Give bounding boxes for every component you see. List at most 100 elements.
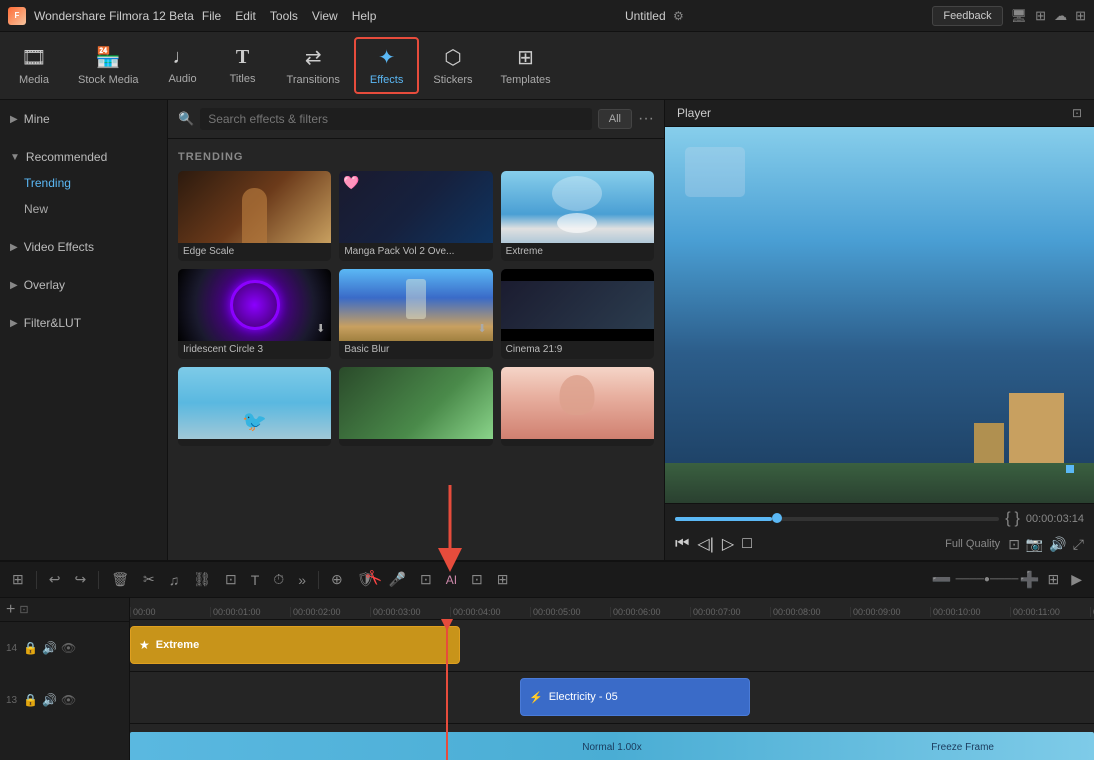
timeline-multi-select-btn[interactable]: ⊞ xyxy=(8,569,28,590)
ruler-5: 00:00:05:00 xyxy=(530,607,610,617)
play-button[interactable]: ▷ xyxy=(722,534,734,554)
snapshot-icon[interactable]: 📷 xyxy=(1026,536,1043,553)
sidebar-video-effects-header[interactable]: ▶ Video Effects xyxy=(0,234,167,260)
track-13-audio-icon[interactable]: 🔊 xyxy=(42,693,57,707)
toolbar-templates[interactable]: ⊞ Templates xyxy=(486,39,564,92)
clip-extreme-icon: ★ xyxy=(139,638,150,652)
sidebar-mine-header[interactable]: ▶ Mine xyxy=(0,106,167,132)
split-btn[interactable]: ⊡ xyxy=(467,569,487,590)
player-expand-icon[interactable]: ⊡ xyxy=(1072,106,1082,120)
player-screen[interactable] xyxy=(665,127,1094,503)
unlink-btn[interactable]: ⛓ xyxy=(189,569,215,590)
redo-btn[interactable]: ↪ xyxy=(70,569,90,590)
rewind-button[interactable]: ⏮ xyxy=(675,535,689,553)
zoom-in-btn[interactable]: ➕ xyxy=(1020,570,1040,590)
sidebar-item-new[interactable]: New xyxy=(0,196,167,222)
speed-btn[interactable]: ⊞ xyxy=(493,569,513,590)
more-tl-btn[interactable]: » xyxy=(294,570,310,590)
ai-btn[interactable]: AI xyxy=(442,571,461,589)
effect-card-basic-blur[interactable]: ⬇ Basic Blur xyxy=(339,269,492,359)
effect-name-cinema: Cinema 21:9 xyxy=(501,341,654,359)
mic-btn[interactable]: 🎤 xyxy=(385,569,410,590)
clip-electricity[interactable]: ⚡ Electricity - 05 xyxy=(520,678,750,716)
track-14-lock-icon[interactable]: 🔒 xyxy=(23,641,38,655)
feedback-button[interactable]: Feedback xyxy=(932,6,1002,26)
effect-card-edge-scale[interactable]: Edge Scale xyxy=(178,171,331,261)
progress-thumb[interactable] xyxy=(772,513,782,523)
toolbar-effects[interactable]: ✦ Effects xyxy=(354,37,419,94)
sidebar-overlay-header[interactable]: ▶ Overlay xyxy=(0,272,167,298)
volume-icon[interactable]: 🔊 xyxy=(1049,536,1066,553)
crop-timeline-btn[interactable]: ⊡ xyxy=(221,569,241,590)
player-braces: { } xyxy=(1005,510,1020,528)
toolbar-templates-label: Templates xyxy=(500,74,550,86)
effect-card-iridescent[interactable]: ⬇ Iridescent Circle 3 xyxy=(178,269,331,359)
search-input[interactable] xyxy=(200,108,592,130)
menu-edit[interactable]: Edit xyxy=(235,9,256,23)
wave-btn[interactable]: 🛡 xyxy=(353,569,379,590)
effect-card-8[interactable] xyxy=(339,367,492,446)
track-13-eye-icon[interactable]: 👁 xyxy=(61,693,76,707)
brace-left-icon[interactable]: { xyxy=(1005,510,1010,528)
track-bottom-lane: Normal 1.00x Freeze Frame xyxy=(130,724,1094,760)
toolbar-transitions[interactable]: ⇄ Transitions xyxy=(273,39,354,92)
filter-dropdown[interactable]: All xyxy=(598,109,632,129)
grid-icon[interactable]: ⊞ xyxy=(1075,8,1086,24)
toolbar-stickers[interactable]: ⬡ Stickers xyxy=(419,39,486,92)
frame-back-button[interactable]: ◁| xyxy=(697,534,713,554)
toolbar-titles[interactable]: T Titles xyxy=(213,40,273,91)
progress-bar[interactable] xyxy=(675,517,999,521)
zoom-out-btn[interactable]: ➖ xyxy=(932,570,952,590)
effect-card-7[interactable]: 🐦 xyxy=(178,367,331,446)
toolbar-media[interactable]: 🎞 Media xyxy=(4,39,64,92)
undo-btn[interactable]: ↩ xyxy=(45,569,65,590)
caption-btn[interactable]: ⊡ xyxy=(416,569,436,590)
track-13-lock-icon[interactable]: 🔒 xyxy=(23,693,38,707)
titlebar-left: F Wondershare Filmora 12 Beta File Edit … xyxy=(8,7,376,25)
menu-tools[interactable]: Tools xyxy=(270,9,298,23)
track-14-eye-icon[interactable]: 👁 xyxy=(61,641,76,655)
audio-extract-btn[interactable]: ♫ xyxy=(165,570,184,590)
effect-card-9[interactable] xyxy=(501,367,654,446)
sidebar-mine-section: ▶ Mine xyxy=(0,100,167,138)
sidebar-item-trending[interactable]: Trending xyxy=(0,170,167,196)
clip-extreme[interactable]: ★ Extreme xyxy=(130,626,460,664)
grid-view-btn[interactable]: ⊞ xyxy=(1043,569,1063,590)
player-time: 00:00:03:14 xyxy=(1026,513,1084,525)
toolbar-audio[interactable]: ♩ Audio xyxy=(153,40,213,91)
more-options-icon[interactable]: ··· xyxy=(638,110,654,128)
history-btn[interactable]: ⏱ xyxy=(269,569,288,590)
cut-btn[interactable]: ✂ xyxy=(139,569,159,590)
sidebar-filter-lut-header[interactable]: ▶ Filter&LUT xyxy=(0,310,167,336)
crop-icon[interactable]: ⊡ xyxy=(1008,536,1020,553)
menu-view[interactable]: View xyxy=(312,9,338,23)
cloud-icon[interactable]: ☁ xyxy=(1054,8,1067,24)
ruler-10: 00:00:10:00 xyxy=(930,607,1010,617)
effect-name-9 xyxy=(501,439,654,446)
tl-add-track-btn[interactable]: + ⊡ xyxy=(0,598,129,622)
delete-btn[interactable]: 🗑 xyxy=(107,569,133,590)
monitor-icon[interactable]: 🖥 xyxy=(1011,8,1028,24)
menu-help[interactable]: Help xyxy=(352,9,377,23)
expand-btn[interactable]: ▶ xyxy=(1067,569,1086,590)
track-13-controls: 13 🔒 🔊 👁 xyxy=(0,674,130,726)
quality-selector[interactable]: Full Quality xyxy=(945,538,1000,550)
effect-card-manga[interactable]: 🩷 Manga Pack Vol 2 Ove... xyxy=(339,171,492,261)
effect-card-extreme[interactable]: Extreme xyxy=(501,171,654,261)
toolbar-stock-media[interactable]: 🏪 Stock Media xyxy=(64,39,153,92)
text-btn[interactable]: T xyxy=(247,570,264,590)
layout-icon[interactable]: ⊞ xyxy=(1035,8,1046,24)
fullscreen-icon[interactable]: ⤢ xyxy=(1073,536,1084,553)
left-sidebar: ▶ Mine ▼ Recommended Trending New ▶ Vide… xyxy=(0,100,168,560)
ruler-0: 00:00 xyxy=(130,607,210,617)
effect-card-cinema[interactable]: Cinema 21:9 xyxy=(501,269,654,359)
track-14-audio-icon[interactable]: 🔊 xyxy=(42,641,57,655)
stop-button[interactable]: □ xyxy=(742,535,752,553)
ruler-8: 00:00:08:00 xyxy=(770,607,850,617)
snap-btn[interactable]: ⊕ xyxy=(327,569,347,590)
brace-right-icon[interactable]: } xyxy=(1015,510,1020,528)
menu-file[interactable]: File xyxy=(202,9,221,23)
sidebar-recommended-header[interactable]: ▼ Recommended xyxy=(0,144,167,170)
titlebar-right: Feedback 🖥 ⊞ ☁ ⊞ xyxy=(932,6,1086,26)
clip-bottom[interactable]: Normal 1.00x Freeze Frame xyxy=(130,732,1094,760)
